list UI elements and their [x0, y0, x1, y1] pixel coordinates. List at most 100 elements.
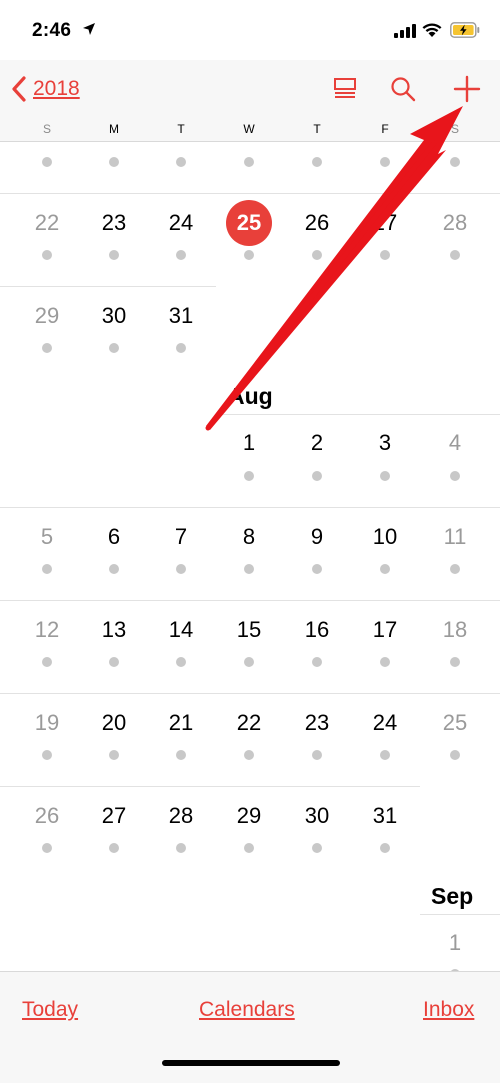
- weekday-fri: F: [381, 122, 389, 136]
- event-dot: [380, 471, 390, 481]
- back-to-year-button[interactable]: 2018: [10, 74, 80, 104]
- day-sep-1[interactable]: 1: [430, 930, 480, 956]
- event-dot: [450, 750, 460, 760]
- battery-charging-icon: [450, 22, 480, 38]
- day-aug-12[interactable]: 12: [22, 617, 72, 643]
- weekday-header: S M T W T F S: [0, 118, 500, 142]
- event-dot: [380, 564, 390, 574]
- day-aug-17[interactable]: 17: [360, 617, 410, 643]
- event-dot: [109, 657, 119, 667]
- day-jul-26[interactable]: 26: [292, 210, 342, 236]
- day-aug-11[interactable]: 11: [430, 524, 480, 550]
- event-dot: [42, 657, 52, 667]
- weekday-sat: S: [450, 122, 459, 136]
- day-aug-3[interactable]: 3: [360, 430, 410, 456]
- event-dot: [450, 250, 460, 260]
- tab-bar: Today Calendars Inbox: [0, 971, 500, 1083]
- navigation-bar: 2018: [0, 60, 500, 118]
- day-aug-30[interactable]: 30: [292, 803, 342, 829]
- day-jul-27[interactable]: 27: [360, 210, 410, 236]
- day-jul-30[interactable]: 30: [89, 303, 139, 329]
- day-aug-7[interactable]: 7: [156, 524, 206, 550]
- day-jul-29[interactable]: 29: [22, 303, 72, 329]
- list-view-icon[interactable]: [330, 74, 360, 104]
- day-aug-21[interactable]: 21: [156, 710, 206, 736]
- day-jul-25-today[interactable]: 25: [226, 200, 272, 246]
- day-aug-4[interactable]: 4: [430, 430, 480, 456]
- month-label-august: Aug: [228, 383, 273, 409]
- back-button-label: 2018: [33, 77, 80, 100]
- search-icon[interactable]: [388, 74, 418, 104]
- event-dot: [109, 750, 119, 760]
- day-aug-23[interactable]: 23: [292, 710, 342, 736]
- day-aug-29[interactable]: 29: [224, 803, 274, 829]
- event-dot: [244, 157, 254, 167]
- event-dot: [380, 250, 390, 260]
- day-aug-2[interactable]: 2: [292, 430, 342, 456]
- day-jul-23[interactable]: 23: [89, 210, 139, 236]
- calendar-month-view[interactable]: 22 23 24 25 26 27 28 29 30 31 Aug 1 2 3 …: [0, 143, 500, 971]
- event-dot: [176, 843, 186, 853]
- day-jul-24[interactable]: 24: [156, 210, 206, 236]
- week-separator: [216, 414, 500, 415]
- day-aug-10[interactable]: 10: [360, 524, 410, 550]
- day-aug-31[interactable]: 31: [360, 803, 410, 829]
- calendars-button[interactable]: Calendars: [199, 998, 295, 1022]
- week-separator: [420, 914, 500, 915]
- event-dot: [42, 343, 52, 353]
- month-label-september: Sep: [431, 883, 474, 909]
- day-jul-31[interactable]: 31: [156, 303, 206, 329]
- week-separator: [0, 193, 500, 194]
- day-aug-1[interactable]: 1: [224, 430, 274, 456]
- day-aug-8[interactable]: 8: [224, 524, 274, 550]
- cellular-signal-icon: [394, 24, 416, 38]
- day-aug-27[interactable]: 27: [89, 803, 139, 829]
- day-jul-28[interactable]: 28: [430, 210, 480, 236]
- event-dot: [244, 657, 254, 667]
- event-dot: [109, 343, 119, 353]
- event-dot: [312, 564, 322, 574]
- event-dot: [312, 843, 322, 853]
- event-dot: [244, 471, 254, 481]
- event-dot: [176, 343, 186, 353]
- day-aug-26[interactable]: 26: [22, 803, 72, 829]
- day-aug-25[interactable]: 25: [430, 710, 480, 736]
- week-separator: [0, 507, 500, 508]
- add-icon[interactable]: [452, 74, 482, 104]
- day-aug-18[interactable]: 18: [430, 617, 480, 643]
- weekday-tue: T: [177, 122, 185, 136]
- day-aug-22[interactable]: 22: [224, 710, 274, 736]
- status-bar: 2:46: [0, 0, 500, 60]
- day-aug-6[interactable]: 6: [89, 524, 139, 550]
- day-aug-13[interactable]: 13: [89, 617, 139, 643]
- event-dot: [244, 564, 254, 574]
- chevron-left-icon: [12, 76, 26, 102]
- weekday-wed: W: [243, 122, 255, 136]
- location-arrow-icon: [83, 23, 95, 35]
- today-button[interactable]: Today: [22, 998, 78, 1022]
- event-dot: [109, 250, 119, 260]
- event-dot: [450, 157, 460, 167]
- day-aug-16[interactable]: 16: [292, 617, 342, 643]
- wifi-icon: [422, 23, 442, 37]
- day-aug-5[interactable]: 5: [22, 524, 72, 550]
- day-aug-24[interactable]: 24: [360, 710, 410, 736]
- event-dot: [42, 843, 52, 853]
- week-separator: [0, 600, 500, 601]
- day-jul-22[interactable]: 22: [22, 210, 72, 236]
- event-dot: [42, 750, 52, 760]
- day-aug-20[interactable]: 20: [89, 710, 139, 736]
- day-aug-19[interactable]: 19: [22, 710, 72, 736]
- event-dot: [380, 843, 390, 853]
- day-aug-9[interactable]: 9: [292, 524, 342, 550]
- day-aug-15[interactable]: 15: [224, 617, 274, 643]
- event-dot: [312, 250, 322, 260]
- event-dot: [176, 157, 186, 167]
- day-aug-14[interactable]: 14: [156, 617, 206, 643]
- event-dot: [244, 843, 254, 853]
- home-indicator: [162, 1060, 340, 1066]
- day-aug-28[interactable]: 28: [156, 803, 206, 829]
- week-separator: [0, 693, 500, 694]
- inbox-button[interactable]: Inbox: [423, 998, 474, 1022]
- event-dot: [380, 750, 390, 760]
